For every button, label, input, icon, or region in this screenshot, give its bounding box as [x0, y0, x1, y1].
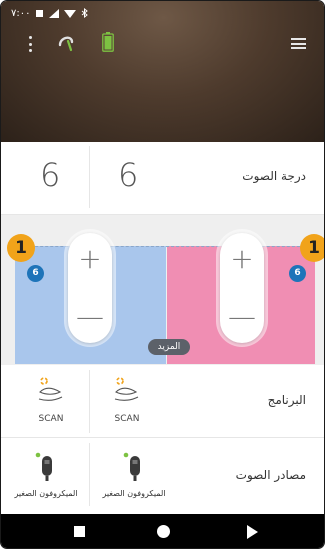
left-sound-source[interactable]: الميكروفون الصغير: [3, 451, 89, 498]
column-divider: [89, 370, 90, 433]
left-volume-control: + —: [64, 229, 116, 347]
bluetooth-icon: [82, 8, 89, 18]
left-volume-pill: + —: [68, 233, 112, 343]
left-volume-value: 6: [40, 156, 61, 194]
menu-dots-icon[interactable]: [25, 36, 35, 52]
android-nav-bar: [1, 514, 324, 548]
home-circle-icon[interactable]: [157, 525, 170, 538]
right-program-name: SCAN: [114, 414, 140, 424]
left-source-name: الميكروفون الصغير: [14, 489, 78, 498]
scan-program-icon: [38, 377, 63, 401]
battery-icon: [102, 32, 114, 52]
app-header: ٧:٠٠: [1, 1, 324, 142]
right-program[interactable]: SCAN: [97, 375, 157, 431]
column-divider: [89, 443, 90, 506]
left-volume-up-button[interactable]: +: [68, 237, 112, 281]
left-device-badge: 1: [7, 234, 35, 262]
volume-adjust-area: + — + — 1 1 6 6 المزيد: [1, 215, 324, 365]
right-volume-pill: + —: [220, 233, 264, 343]
right-device-badge: 1: [300, 234, 324, 262]
right-source-name: الميكروفون الصغير: [102, 489, 166, 498]
scan-program-icon: [114, 377, 139, 401]
volume-label: درجة الصوت: [242, 169, 306, 183]
right-volume-down-button[interactable]: —: [220, 295, 264, 339]
left-program-name: SCAN: [38, 414, 64, 424]
volume-row: 6 6 درجة الصوت: [1, 142, 324, 215]
status-bar: ٧:٠٠: [11, 5, 89, 21]
program-label: البرنامج: [267, 393, 306, 407]
microphone-icon: [35, 452, 52, 481]
program-row: SCAN SCAN البرنامج: [1, 365, 324, 438]
hamburger-menu-icon[interactable]: [291, 38, 306, 49]
hearing-aid-icon[interactable]: [56, 32, 76, 52]
left-level-badge: 6: [27, 265, 44, 282]
back-triangle-icon[interactable]: [247, 525, 258, 539]
right-sound-source[interactable]: الميكروفون الصغير: [91, 451, 177, 498]
wifi-icon: [64, 9, 77, 18]
phone-screen: ٧:٠٠ 6 6 درجة الصوت + — + — 1 1 6 6 المز…: [0, 0, 325, 549]
right-level-badge: 6: [289, 265, 306, 282]
volume-level-line: [15, 246, 315, 247]
sound-sources-label: مصادر الصوت: [235, 468, 306, 482]
left-volume-down-button[interactable]: —: [68, 295, 112, 339]
recents-square-icon[interactable]: [74, 526, 85, 537]
column-divider: [89, 146, 90, 208]
more-button[interactable]: المزيد: [148, 339, 190, 355]
right-volume-value: 6: [118, 156, 139, 194]
right-volume-up-button[interactable]: +: [220, 237, 264, 281]
microphone-icon: [123, 452, 140, 481]
status-time: ٧:٠٠: [11, 7, 31, 19]
right-volume-control: + —: [216, 229, 268, 347]
signal-icon: [49, 8, 60, 18]
sound-sources-row: الميكروفون الصغير الميكروفون الصغير مصاد…: [1, 438, 324, 514]
notification-icon: [36, 9, 44, 17]
left-program[interactable]: SCAN: [21, 375, 81, 431]
